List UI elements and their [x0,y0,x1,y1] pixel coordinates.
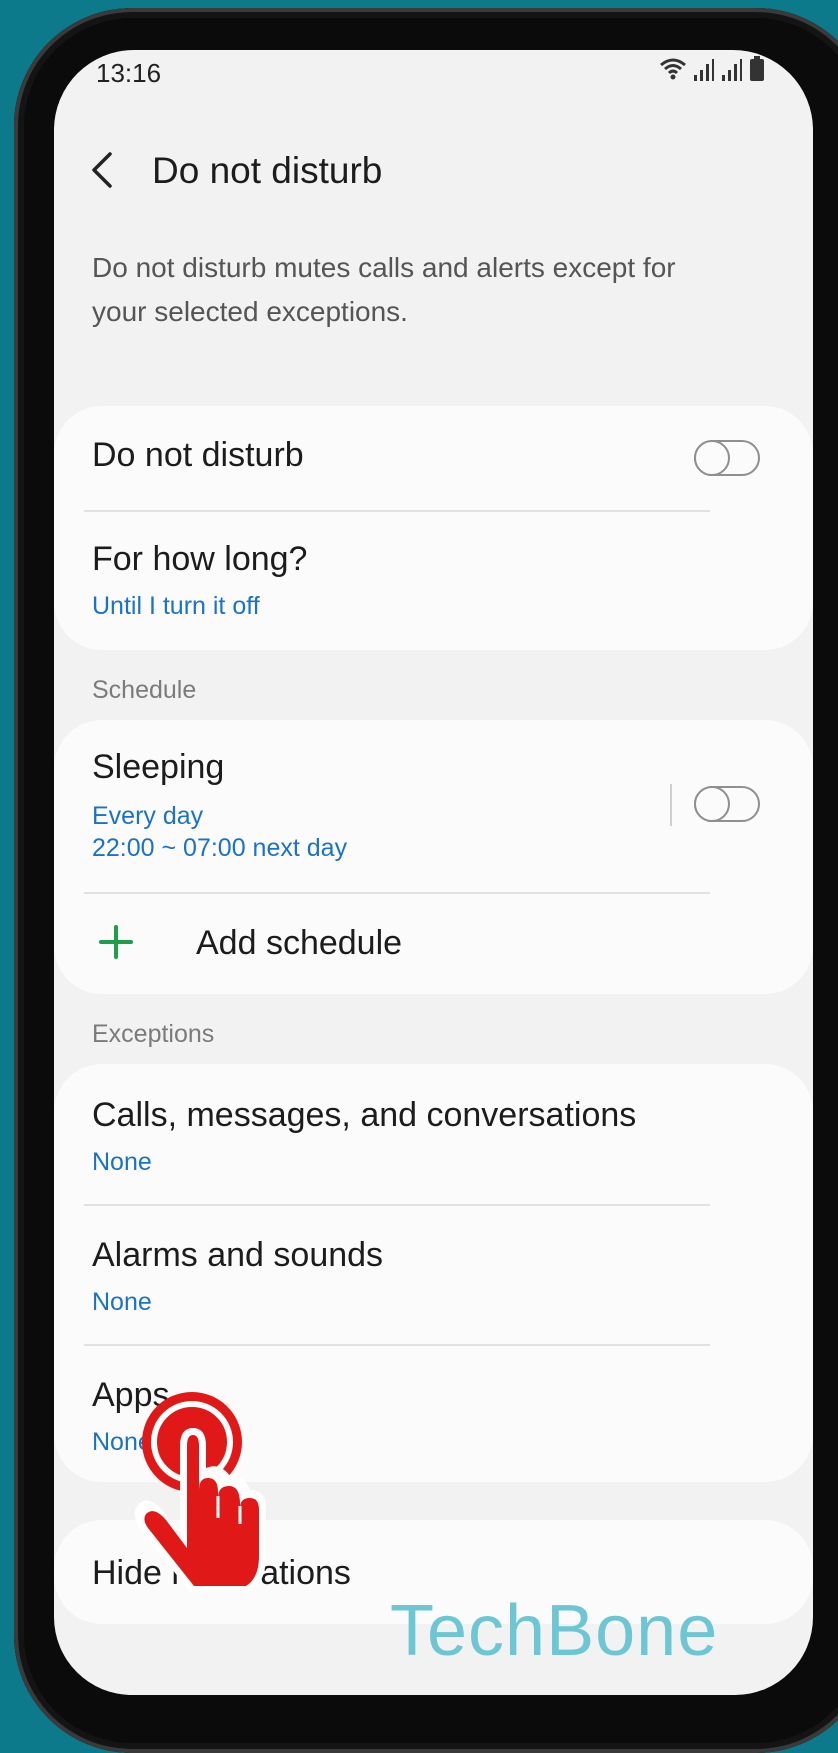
status-bar: 13:16 [54,50,813,120]
toggle-knob [694,786,730,822]
techbone-watermark: TechBone [390,1591,719,1671]
schedule-card: Sleeping Every day 22:00 ~ 07:00 next da… [54,720,813,994]
toggle-knob [694,440,730,476]
do-not-disturb-toggle[interactable] [694,440,760,476]
exceptions-section-header: Exceptions [92,1020,215,1048]
status-icons [659,56,765,82]
exception-calls-messages[interactable]: Calls, messages, and conversations None [54,1064,813,1204]
exception-value: None [92,1148,152,1176]
exception-title: Alarms and sounds [92,1236,384,1274]
main-settings-card: Do not disturb For how long? Until I tur… [54,406,813,650]
plus-icon [99,925,133,959]
exception-value: None [92,1288,152,1316]
battery-icon [750,56,764,81]
page-description: Do not disturb mutes calls and alerts ex… [92,252,676,327]
schedule-item-days: Every day [92,802,204,830]
schedule-item-time: 22:00 ~ 07:00 next day [92,834,348,862]
do-not-disturb-row[interactable]: Do not disturb [54,406,813,510]
schedule-item-title: Sleeping [92,748,225,786]
add-schedule-label: Add schedule [196,924,403,962]
exception-title: Calls, messages, and conversations [92,1096,637,1134]
status-time: 13:16 [96,58,162,88]
tap-hand-icon [134,1392,266,1592]
wifi-icon [660,58,686,80]
signal-icon [722,59,742,81]
for-how-long-label: For how long? [92,540,308,578]
chevron-left-icon[interactable] [82,148,122,192]
sleeping-schedule-toggle[interactable] [694,786,760,822]
do-not-disturb-label: Do not disturb [92,436,304,474]
schedule-item-sleeping[interactable]: Sleeping Every day 22:00 ~ 07:00 next da… [54,720,813,892]
signal-icon [694,59,714,81]
page-title: Do not disturb [152,150,383,191]
schedule-section-header: Schedule [92,676,197,704]
for-how-long-value: Until I turn it off [92,592,260,620]
exception-alarms-sounds[interactable]: Alarms and sounds None [54,1206,813,1344]
vertical-separator [670,784,672,826]
add-schedule-button[interactable]: Add schedule [54,894,813,994]
for-how-long-row[interactable]: For how long? Until I turn it off [54,512,813,650]
title-bar: Do not disturb [54,130,813,210]
